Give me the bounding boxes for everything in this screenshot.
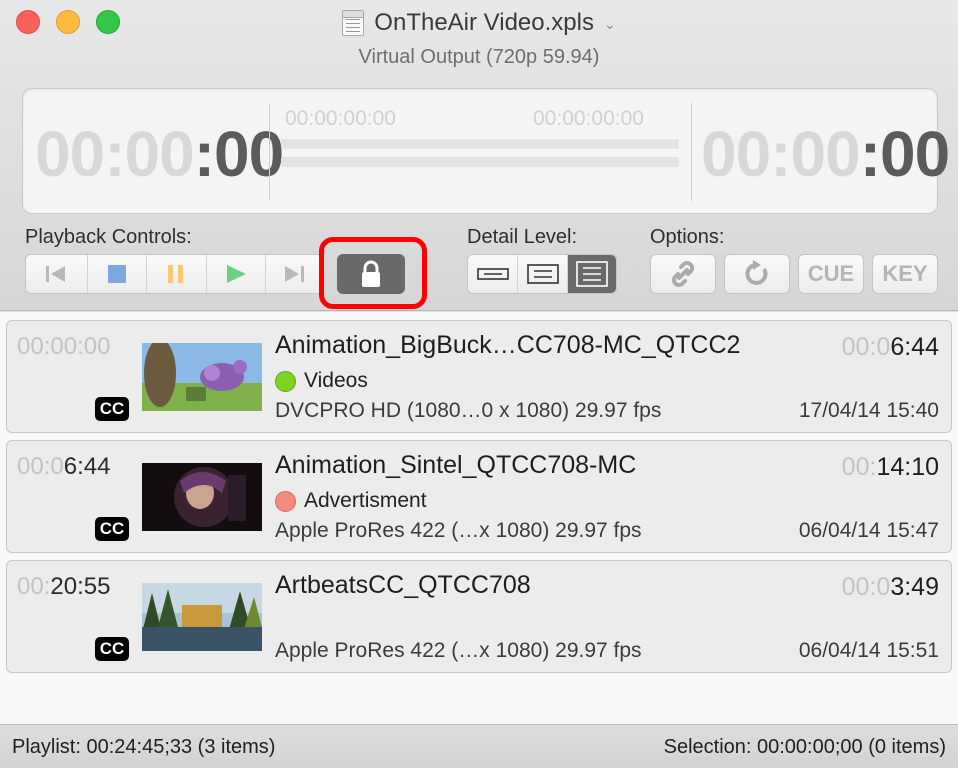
link-button[interactable] (650, 254, 716, 294)
lock-button-highlight (319, 237, 427, 309)
item-duration: 00:14:10 (841, 453, 939, 481)
loop-button[interactable] (724, 254, 790, 294)
app-window: OnTheAir Video.xpls ⌄ Virtual Output (72… (0, 0, 958, 768)
key-button[interactable]: KEY (872, 254, 938, 294)
closed-caption-badge: CC (95, 397, 129, 421)
detail-level-control (467, 254, 617, 294)
category-color-dot (275, 370, 296, 392)
item-start-time: 00:00:00 (17, 333, 111, 360)
title-bar: OnTheAir Video.xpls ⌄ (0, 6, 958, 40)
output-subtitle: Virtual Output (720p 59.94) (358, 46, 600, 68)
item-start-time: 00:20:55 (17, 573, 111, 600)
link-icon (672, 261, 694, 287)
detail-level-medium-button[interactable] (518, 255, 568, 293)
video-thumbnail (142, 463, 262, 531)
playback-controls-label: Playback Controls: (25, 226, 192, 248)
item-duration: 00:03:49 (841, 573, 939, 601)
item-name: Animation_BigBuck…CC708-MC_QTCC2 (275, 331, 741, 359)
item-name: Animation_Sintel_QTCC708-MC (275, 451, 637, 479)
category-color-dot (275, 490, 296, 512)
detail-low-icon (476, 268, 509, 280)
remaining-time: 00:00:00 (701, 118, 950, 190)
toolbar-area: OnTheAir Video.xpls ⌄ Virtual Output (72… (0, 0, 958, 311)
timer-panel: 00:00:00 00:00:00:00 00:00:00:00 00:00:0… (22, 88, 950, 214)
item-category: Advertisment (275, 489, 427, 513)
item-format: DVCPRO HD (1080…0 x 1080) 29.97 fps (275, 399, 662, 422)
range-start-time: 00:00:00:00 (285, 107, 396, 130)
document-icon (342, 10, 365, 36)
playlist-item[interactable]: 00:06:44 CC Animation_Sintel_QTCC708-MC … (6, 440, 952, 553)
selection-summary: Selection: 00:00:00;00 (0 items) (663, 736, 946, 758)
category-label: Advertisment (304, 489, 427, 512)
play-button[interactable] (206, 255, 267, 293)
playlist-item[interactable]: 00:20:55 CC ArtbeatsCC_QTCC708 00:03:49 … (6, 560, 952, 673)
progress-track-lower[interactable] (281, 157, 679, 167)
pause-button[interactable] (147, 255, 207, 293)
status-bar: Playlist: 00:24:45;33 (3 items) Selectio… (0, 724, 958, 768)
playlist-item[interactable]: 00:00:00 CC Animation_BigBuck…CC708-MC_Q… (6, 320, 952, 433)
playlist-summary: Playlist: 00:24:45;33 (3 items) (12, 736, 276, 758)
skip-to-start-button[interactable] (26, 255, 88, 293)
item-format: Apple ProRes 422 (…x 1080) 29.97 fps (275, 519, 642, 542)
item-format: Apple ProRes 422 (…x 1080) 29.97 fps (275, 639, 642, 662)
window-title[interactable]: OnTheAir Video.xpls (374, 9, 594, 37)
item-date: 17/04/14 15:40 (798, 399, 939, 422)
skip-forward-icon (285, 266, 305, 282)
detail-level-label: Detail Level: (467, 226, 578, 248)
item-name: ArtbeatsCC_QTCC708 (275, 571, 531, 599)
options-label: Options: (650, 226, 725, 248)
play-icon (227, 265, 247, 283)
progress-track-upper[interactable] (281, 139, 679, 149)
video-thumbnail (142, 583, 262, 651)
detail-medium-icon (526, 264, 559, 284)
divider (269, 103, 270, 201)
item-start-time: 00:06:44 (17, 453, 111, 480)
detail-level-high-button[interactable] (568, 255, 616, 293)
cue-button[interactable]: CUE (798, 254, 864, 294)
closed-caption-badge: CC (95, 517, 129, 541)
refresh-icon (745, 260, 768, 285)
detail-level-low-button[interactable] (468, 255, 518, 293)
closed-caption-badge: CC (95, 637, 129, 661)
pause-icon (168, 265, 184, 283)
item-date: 06/04/14 15:47 (798, 519, 939, 542)
stop-button[interactable] (87, 255, 148, 293)
chevron-down-icon[interactable]: ⌄ (604, 16, 616, 33)
playlist: 00:00:00 CC Animation_BigBuck…CC708-MC_Q… (0, 312, 958, 724)
stop-icon (107, 265, 126, 283)
video-thumbnail (142, 343, 262, 411)
item-duration: 00:06:44 (841, 333, 939, 361)
divider (691, 103, 692, 201)
playback-controls (25, 254, 323, 294)
range-end-time: 00:00:00:00 (533, 107, 644, 130)
elapsed-time: 00:00:00 (35, 118, 284, 190)
skip-back-icon (46, 266, 66, 282)
category-label: Videos (304, 369, 368, 392)
item-date: 06/04/14 15:51 (798, 639, 939, 662)
detail-high-icon (576, 261, 608, 287)
skip-to-end-button[interactable] (266, 255, 322, 293)
item-category: Videos (275, 369, 368, 393)
